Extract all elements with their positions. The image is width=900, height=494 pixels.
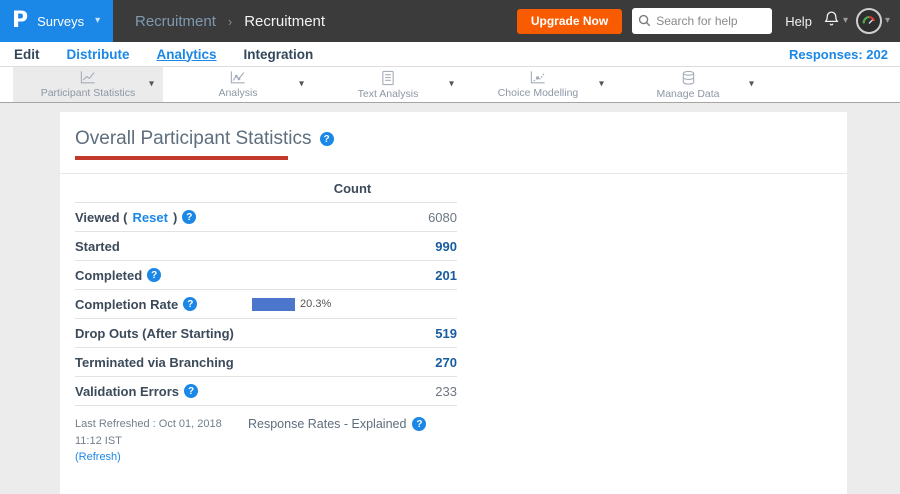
row-value[interactable]: 270 xyxy=(248,355,457,370)
line-chart-icon xyxy=(79,70,97,85)
breadcrumb: Recruitment › Recruitment xyxy=(135,13,325,30)
row-label: Drop Outs (After Starting) xyxy=(75,325,234,341)
surveys-menu[interactable]: P Surveys ▾ xyxy=(0,0,113,42)
table-row-completed: Completed ? 201 xyxy=(75,261,457,290)
avatar xyxy=(855,8,882,34)
toolbar-item-label: Participant Statistics xyxy=(40,87,136,99)
table-footer: Last Refreshed : Oct 01, 2018 11:12 IST … xyxy=(75,416,832,466)
row-value[interactable]: 990 xyxy=(248,239,457,254)
table-row-viewed: Viewed ( Reset ) ? 6080 xyxy=(75,203,457,232)
tab-edit[interactable]: Edit xyxy=(14,47,40,62)
upgrade-now-button[interactable]: Upgrade Now xyxy=(516,8,623,34)
analytics-toolbar: Participant Statistics ▾ Analysis ▾ Text… xyxy=(0,67,900,103)
toolbar-item-participant-statistics[interactable]: Participant Statistics ▾ xyxy=(13,67,163,102)
help-icon[interactable]: ? xyxy=(183,297,198,311)
row-label: Viewed ( xyxy=(75,209,128,225)
top-bar: P Surveys ▾ Recruitment › Recruitment Up… xyxy=(0,0,900,42)
help-icon[interactable]: ? xyxy=(319,132,334,146)
row-value: 233 xyxy=(435,383,457,399)
help-search xyxy=(632,8,773,34)
row-value[interactable]: 519 xyxy=(248,326,457,341)
gauge-icon xyxy=(862,15,876,24)
row-label: Completed xyxy=(75,267,143,283)
row-value: 6080 xyxy=(428,209,457,225)
response-rates-explained-label: Response Rates - Explained xyxy=(248,417,407,431)
reset-link[interactable]: Reset xyxy=(133,210,168,225)
survey-tab-bar: Edit Distribute Analytics Integration Re… xyxy=(0,42,900,67)
toolbar-item-label: Analysis xyxy=(218,87,258,99)
breadcrumb-current: Recruitment xyxy=(244,12,326,30)
database-icon xyxy=(681,70,696,86)
red-annotation-underline xyxy=(75,156,288,160)
participant-statistics-table: Count Viewed ( Reset ) ? 6080 Started 99… xyxy=(75,174,457,406)
page-background: Overall Participant Statistics ? Count V… xyxy=(0,112,900,494)
table-row-validation-errors: Validation Errors ? 233 xyxy=(75,377,457,406)
count-column-header: Count xyxy=(333,180,372,196)
scatter-chart-icon xyxy=(529,70,547,85)
breadcrumb-separator-icon: › xyxy=(227,13,233,29)
tab-analytics[interactable]: Analytics xyxy=(157,47,217,62)
toolbar-item-analysis[interactable]: Analysis ▾ xyxy=(163,67,313,102)
row-label-suffix: ) xyxy=(172,209,178,225)
table-row-completion-rate: Completion Rate ? 20.3% xyxy=(75,290,457,319)
chevron-down-icon[interactable]: ▾ xyxy=(749,78,754,89)
account-menu[interactable]: ▾ xyxy=(855,8,890,34)
table-row-started: Started 990 xyxy=(75,232,457,261)
surveys-menu-label: Surveys xyxy=(37,13,85,29)
toolbar-item-manage-data[interactable]: Manage Data ▾ xyxy=(613,67,763,102)
chevron-down-icon[interactable]: ▾ xyxy=(599,78,604,89)
notifications-menu[interactable]: ▾ xyxy=(823,10,848,32)
questionpro-logo: P xyxy=(12,8,29,33)
analysis-chart-icon xyxy=(229,70,247,85)
row-label: Started xyxy=(75,238,120,254)
table-row-terminated: Terminated via Branching 270 xyxy=(75,348,457,377)
chevron-down-icon[interactable]: ▾ xyxy=(299,78,304,89)
breadcrumb-parent[interactable]: Recruitment xyxy=(135,13,216,30)
row-value[interactable]: 201 xyxy=(248,268,457,283)
chevron-down-icon: ▾ xyxy=(95,15,101,26)
search-input[interactable] xyxy=(632,8,773,34)
tab-distribute[interactable]: Distribute xyxy=(67,47,130,62)
toolbar-item-text-analysis[interactable]: Text Analysis ▾ xyxy=(313,67,463,102)
row-label: Completion Rate xyxy=(75,296,179,312)
row-label: Validation Errors xyxy=(75,383,180,399)
chevron-down-icon: ▾ xyxy=(842,15,848,26)
bell-icon xyxy=(823,10,840,32)
search-icon xyxy=(638,14,651,32)
topbar-right-group: Upgrade Now Help ▾ ▾ xyxy=(516,8,900,34)
document-icon xyxy=(381,70,395,86)
responses-count[interactable]: Responses: 202 xyxy=(789,47,888,62)
toolbar-item-label: Manage Data xyxy=(656,87,720,100)
help-icon[interactable]: ? xyxy=(412,417,427,431)
row-label: Terminated via Branching xyxy=(75,354,234,370)
toolbar-item-choice-modelling[interactable]: Choice Modelling ▾ xyxy=(463,67,613,102)
page-title: Overall Participant Statistics xyxy=(75,128,312,149)
help-icon[interactable]: ? xyxy=(184,384,199,398)
table-row-drop-outs: Drop Outs (After Starting) 519 xyxy=(75,319,457,348)
completion-rate-bar-fill xyxy=(252,297,296,311)
tab-integration[interactable]: Integration xyxy=(244,47,314,62)
help-icon[interactable]: ? xyxy=(182,210,197,224)
refresh-link[interactable]: (Refresh) xyxy=(75,449,248,466)
help-icon[interactable]: ? xyxy=(147,268,162,282)
help-link[interactable]: Help xyxy=(785,14,812,29)
chevron-down-icon: ▾ xyxy=(884,15,890,26)
completion-rate-percent: 20.3% xyxy=(300,298,332,310)
participant-statistics-card: Overall Participant Statistics ? Count V… xyxy=(60,112,847,494)
last-refreshed-text: Last Refreshed : Oct 01, 2018 11:12 IST xyxy=(75,418,222,447)
chevron-down-icon[interactable]: ▾ xyxy=(449,78,454,89)
toolbar-item-label: Choice Modelling xyxy=(497,87,579,99)
chevron-down-icon[interactable]: ▾ xyxy=(149,78,154,89)
table-header-row: Count xyxy=(75,174,457,203)
toolbar-item-label: Text Analysis xyxy=(357,87,419,100)
